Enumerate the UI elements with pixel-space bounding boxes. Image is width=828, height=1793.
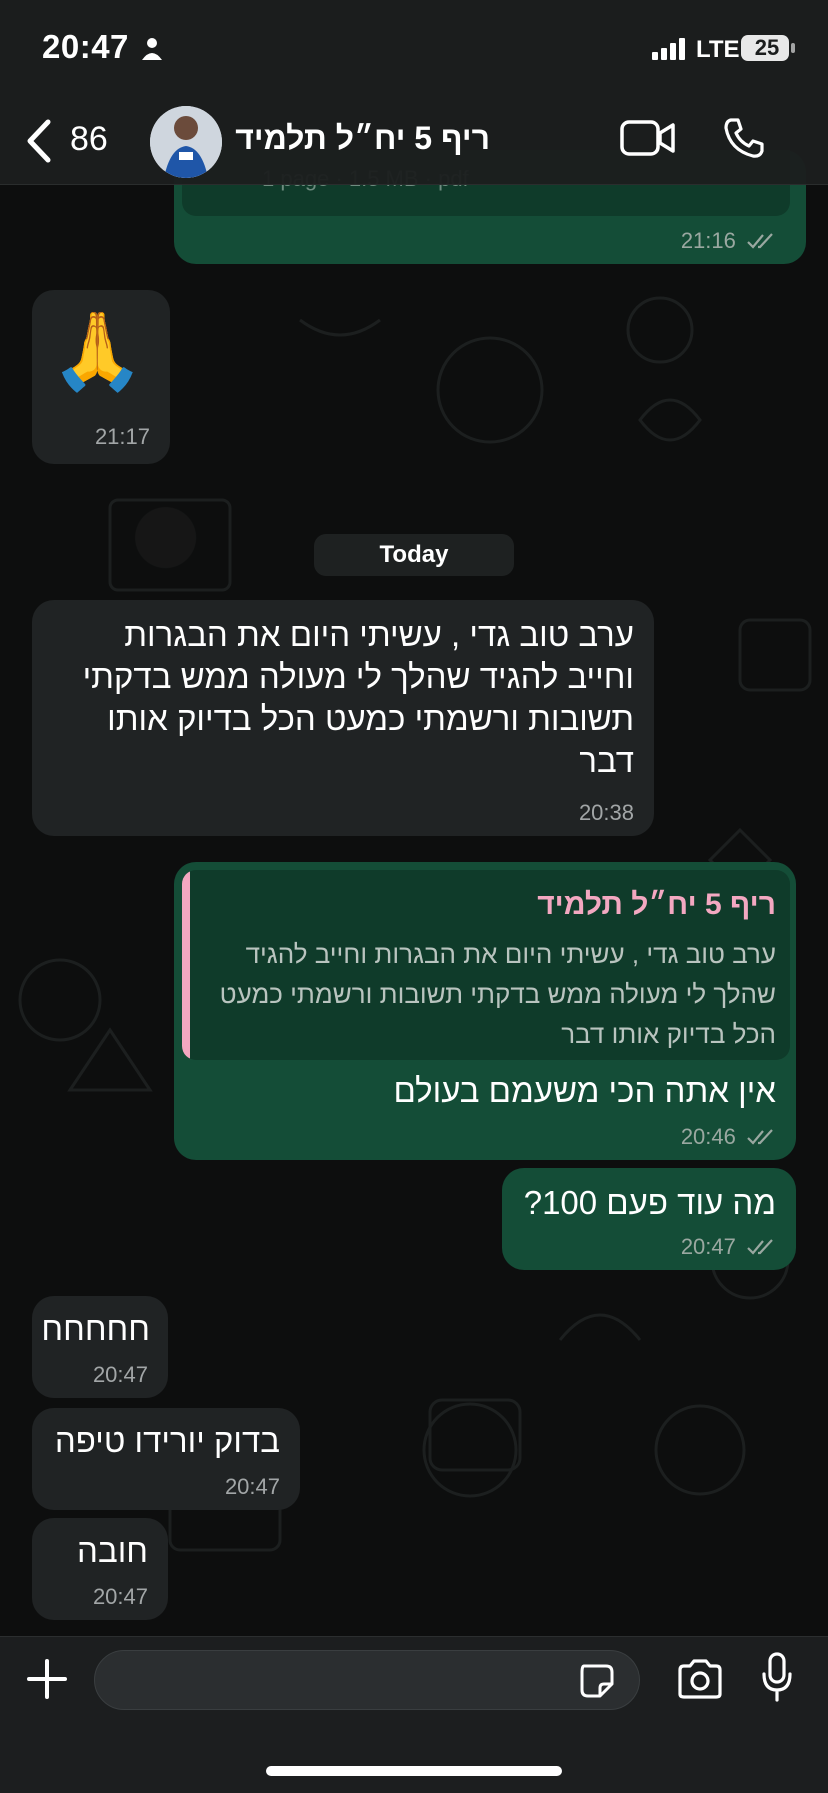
read-ticks-icon bbox=[747, 1239, 773, 1255]
message-text: בדוק יורידו טיפה bbox=[54, 1422, 280, 1459]
incoming-message[interactable]: בדוק יורידו טיפה 20:47 bbox=[32, 1408, 300, 1510]
message-text: ערב טוב גדי , עשיתי היום את הבגרות וחייב… bbox=[82, 616, 634, 779]
praying-hands-emoji: 🙏 bbox=[50, 309, 145, 394]
camera-icon[interactable] bbox=[676, 1658, 724, 1700]
unread-count[interactable]: 86 bbox=[70, 120, 108, 159]
back-chevron-icon[interactable] bbox=[22, 118, 56, 164]
contact-name[interactable]: ריף 5 יח״ל תלמיד bbox=[235, 120, 490, 157]
message-text: מה עוד פעם 100? bbox=[523, 1184, 776, 1221]
message-time: 20:47 bbox=[92, 1362, 148, 1387]
incoming-message[interactable]: חובה 20:47 bbox=[32, 1518, 168, 1620]
quoted-text: ערב טוב גדי , עשיתי היום את הבגרות וחייב… bbox=[219, 939, 776, 1049]
network-type: LTE bbox=[696, 36, 740, 63]
battery-level: 25 bbox=[754, 35, 780, 60]
message-time: 20:46 bbox=[681, 1124, 776, 1150]
quoted-sender-name: ריף 5 יח״ל תלמיד bbox=[537, 888, 776, 921]
quoted-message[interactable]: ריף 5 יח״ל תלמיד ערב טוב גדי , עשיתי היו… bbox=[182, 870, 790, 1060]
phone-call-icon[interactable] bbox=[722, 116, 766, 160]
message-time: 20:47 bbox=[92, 1584, 148, 1609]
message-input[interactable] bbox=[94, 1650, 640, 1710]
message-text: חחחחח bbox=[41, 1310, 150, 1347]
reply-text: אין אתה הכי משעמם בעולם bbox=[393, 1072, 776, 1109]
status-time: 20:47 bbox=[42, 28, 129, 65]
plus-icon[interactable] bbox=[26, 1658, 68, 1700]
date-divider: Today bbox=[314, 534, 514, 576]
contact-avatar[interactable] bbox=[150, 106, 222, 178]
signal-icon bbox=[652, 38, 685, 60]
incoming-message[interactable]: חחחחח 20:47 bbox=[32, 1296, 168, 1398]
video-call-icon[interactable] bbox=[620, 118, 676, 158]
read-ticks-icon bbox=[747, 1129, 773, 1145]
message-text: חובה bbox=[77, 1532, 148, 1569]
sticker-icon[interactable] bbox=[578, 1662, 616, 1700]
read-ticks-icon bbox=[747, 233, 773, 249]
home-indicator bbox=[266, 1766, 562, 1776]
outgoing-message[interactable]: מה עוד פעם 100? 20:47 bbox=[502, 1168, 796, 1270]
message-time: 20:47 bbox=[224, 1474, 280, 1499]
microphone-icon[interactable] bbox=[760, 1652, 794, 1702]
emoji-message[interactable]: 🙏 21:17 bbox=[32, 290, 170, 464]
message-time: 21:16 bbox=[681, 228, 776, 254]
quote-accent-bar bbox=[182, 870, 190, 1060]
person-icon bbox=[142, 38, 162, 60]
message-time: 21:17 bbox=[94, 424, 150, 449]
message-time: 20:38 bbox=[578, 800, 634, 825]
incoming-message[interactable]: ערב טוב גדי , עשיתי היום את הבגרות וחייב… bbox=[32, 600, 654, 836]
message-time: 20:47 bbox=[681, 1234, 776, 1260]
